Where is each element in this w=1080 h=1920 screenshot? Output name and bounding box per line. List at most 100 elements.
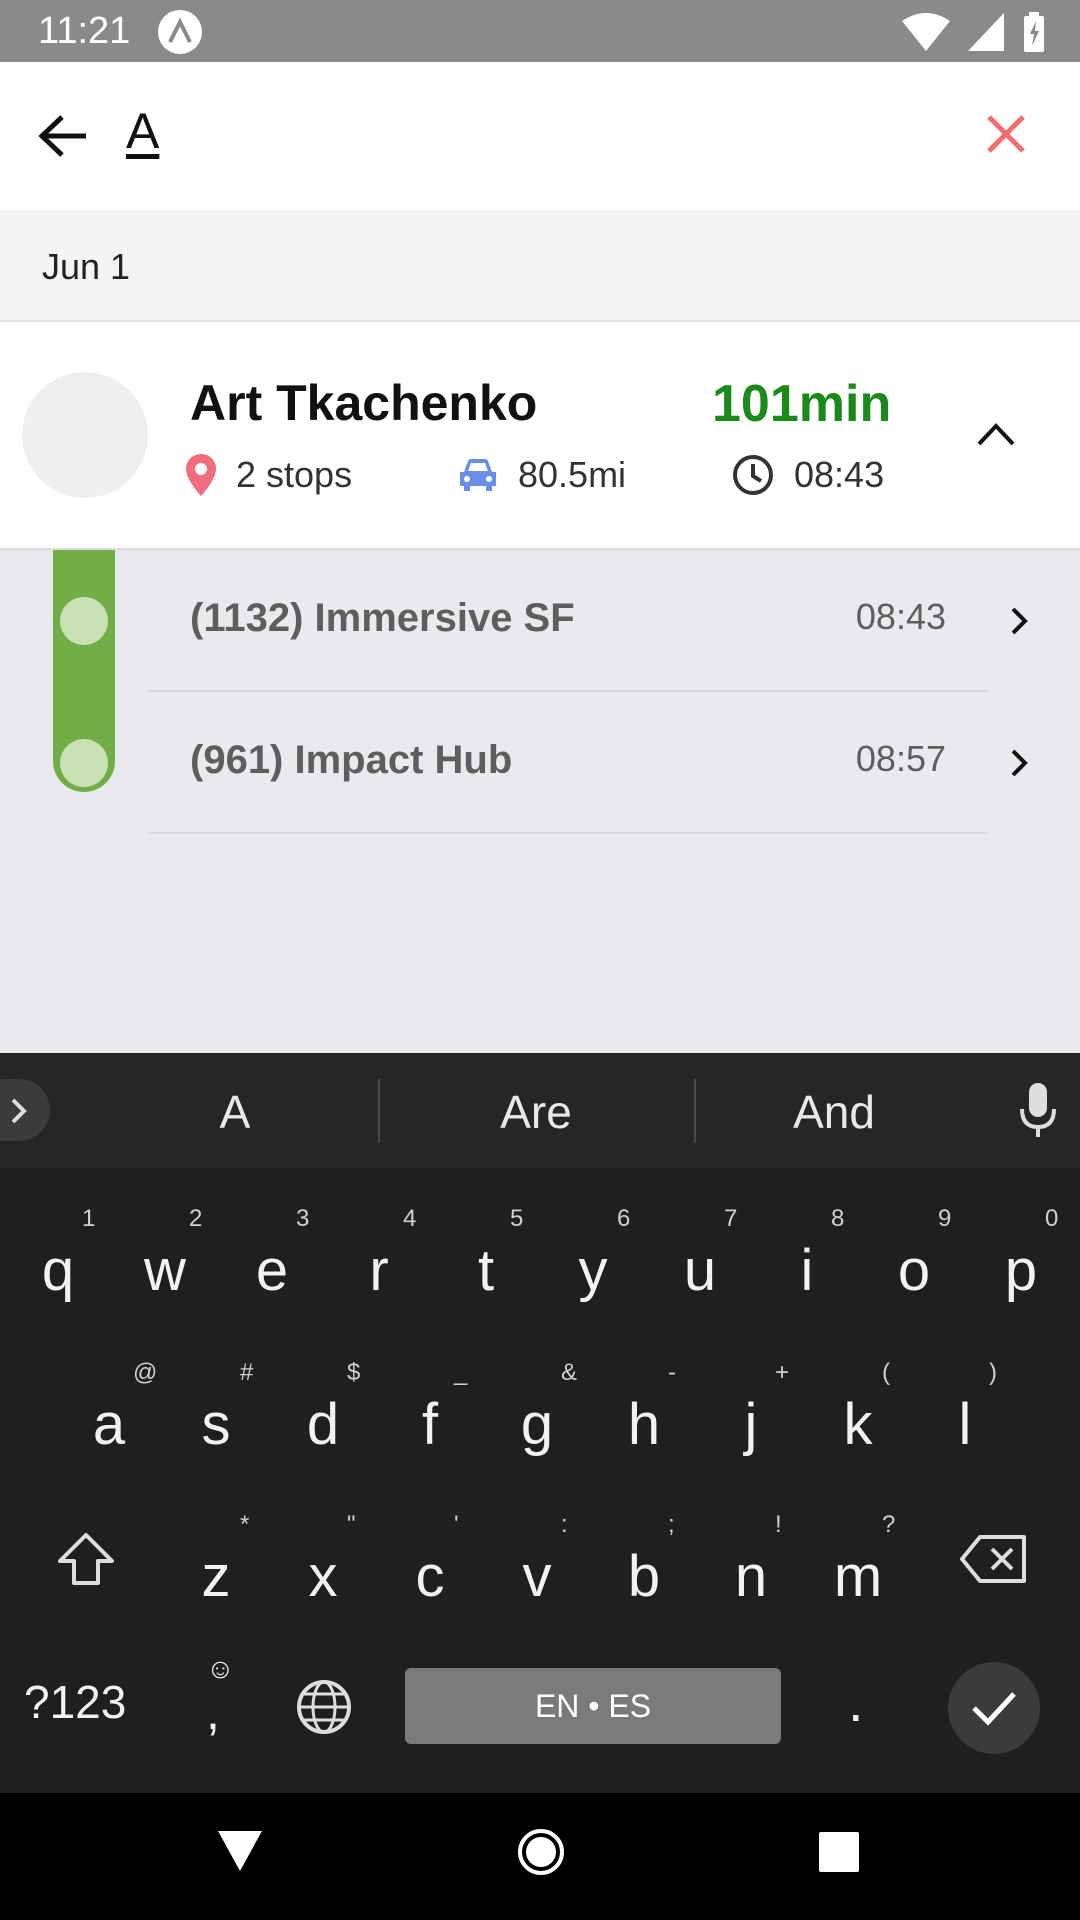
key-x[interactable]: x " <box>273 1507 373 1647</box>
key-hint: 7 <box>724 1205 738 1232</box>
key-o[interactable]: o9 <box>864 1201 964 1341</box>
chevron-up-icon[interactable] <box>976 422 1016 446</box>
recents-square-icon[interactable] <box>818 1831 860 1873</box>
comma-key[interactable]: , <box>206 1683 220 1741</box>
stop-row[interactable]: (1132) Immersive SF 08:43 <box>148 550 1028 692</box>
car-icon <box>460 459 496 491</box>
key-hint: ; <box>668 1511 675 1538</box>
key-v[interactable]: v: <box>487 1507 587 1647</box>
stop-row[interactable]: (961) Impact Hub 08:57 <box>148 692 1028 834</box>
signal-icon <box>968 13 1004 51</box>
key-j[interactable]: j + <box>701 1355 801 1495</box>
route-card[interactable]: Art Tkachenko 101min 2 stops 80.5mi 08:4… <box>0 322 1080 550</box>
key-label: u <box>683 1238 717 1303</box>
key-label: d <box>306 1392 340 1457</box>
microphone-icon[interactable] <box>1020 1083 1056 1139</box>
key-label: e <box>255 1238 289 1303</box>
soft-keyboard: A Are And q1w2e3r4t5y6u7i8o9p0 a @ s # d $ f _ g… <box>0 1053 1080 1793</box>
space-bar[interactable]: EN • ES <box>405 1668 781 1744</box>
key-label: k <box>843 1392 873 1457</box>
key-label: c <box>415 1544 445 1609</box>
key-hint: 8 <box>831 1205 845 1232</box>
key-hint: & <box>561 1359 578 1386</box>
chevron-right-icon <box>11 1098 27 1124</box>
back-arrow-icon[interactable] <box>38 114 88 158</box>
key-label: n <box>734 1544 768 1609</box>
route-distance: 80.5mi <box>458 454 626 496</box>
key-label: p <box>1004 1238 1038 1303</box>
key-a[interactable]: a @ <box>59 1355 159 1495</box>
stop-eta: 08:57 <box>855 738 946 779</box>
key-label: v <box>522 1544 552 1609</box>
suggestion-3[interactable]: And <box>754 1085 914 1139</box>
key-p[interactable]: p0 <box>971 1201 1071 1341</box>
key-hint: ) <box>989 1359 997 1386</box>
key-g[interactable]: g & <box>487 1355 587 1495</box>
key-l[interactable]: l) <box>915 1355 1015 1495</box>
chevron-right-icon[interactable] <box>1010 748 1028 778</box>
chevron-right-icon[interactable] <box>1010 606 1028 636</box>
key-hint: 2 <box>189 1205 203 1232</box>
key-q[interactable]: q1 <box>8 1201 108 1341</box>
key-i[interactable]: i8 <box>757 1201 857 1341</box>
stop-name: (961) Impact Hub <box>190 738 513 782</box>
suggestion-strip: A Are And <box>0 1053 1080 1168</box>
key-hint: 9 <box>938 1205 952 1232</box>
close-icon[interactable] <box>986 114 1026 154</box>
key-c[interactable]: c ' <box>380 1507 480 1647</box>
suggestion-1[interactable]: A <box>160 1085 310 1139</box>
emoji-icon[interactable]: ☺ <box>206 1653 235 1685</box>
key-hint: * <box>240 1511 250 1538</box>
key-label: w <box>144 1238 186 1303</box>
key-hint: ! <box>775 1511 782 1538</box>
key-y[interactable]: y6 <box>543 1201 643 1341</box>
date-section-header: Jun 1 <box>0 210 1080 322</box>
key-hint: ( <box>882 1359 890 1386</box>
key-r[interactable]: r4 <box>329 1201 429 1341</box>
timeline-dot <box>60 739 108 787</box>
route-start-time-label: 08:43 <box>794 454 885 495</box>
search-input[interactable]: A <box>126 102 159 160</box>
key-label: g <box>520 1392 554 1457</box>
home-circle-icon[interactable] <box>516 1827 566 1877</box>
checkmark-icon <box>972 1692 1016 1726</box>
timeline-dot <box>60 597 108 645</box>
section-date: Jun 1 <box>42 246 131 287</box>
key-n[interactable]: n! <box>701 1507 801 1647</box>
enter-key[interactable] <box>948 1662 1040 1754</box>
key-label: h <box>627 1392 661 1457</box>
key-label: b <box>627 1544 661 1609</box>
app-notification-icon <box>158 10 202 54</box>
key-s[interactable]: s # <box>166 1355 266 1495</box>
key-label: f <box>421 1392 439 1457</box>
key-h[interactable]: h- <box>594 1355 694 1495</box>
backspace-icon[interactable] <box>960 1533 1028 1585</box>
key-b[interactable]: b; <box>594 1507 694 1647</box>
key-f[interactable]: f _ <box>380 1355 480 1495</box>
key-d[interactable]: d $ <box>273 1355 373 1495</box>
stop-eta: 08:43 <box>855 596 946 637</box>
key-e[interactable]: e3 <box>222 1201 322 1341</box>
key-label: r <box>369 1238 389 1303</box>
key-hint: _ <box>454 1359 468 1386</box>
suggestion-2[interactable]: Are <box>456 1085 616 1139</box>
status-time: 11:21 <box>38 10 131 52</box>
key-hint: ' <box>454 1511 459 1538</box>
expand-suggestions-button[interactable] <box>0 1079 50 1141</box>
globe-icon[interactable] <box>296 1679 352 1735</box>
key-u[interactable]: u7 <box>650 1201 750 1341</box>
period-key[interactable]: . <box>848 1669 864 1734</box>
shift-icon[interactable] <box>56 1531 116 1587</box>
key-hint: ? <box>882 1511 896 1538</box>
key-z[interactable]: z * <box>166 1507 266 1647</box>
key-label: y <box>578 1238 608 1303</box>
battery-icon <box>1024 12 1044 52</box>
route-start-time: 08:43 <box>732 454 884 496</box>
symbols-key[interactable]: ?123 <box>24 1675 126 1729</box>
key-m[interactable]: m? <box>808 1507 908 1647</box>
key-t[interactable]: t5 <box>436 1201 536 1341</box>
key-w[interactable]: w2 <box>115 1201 215 1341</box>
search-header: A <box>0 62 1080 210</box>
back-triangle-icon[interactable] <box>216 1829 264 1873</box>
key-k[interactable]: k( <box>808 1355 908 1495</box>
